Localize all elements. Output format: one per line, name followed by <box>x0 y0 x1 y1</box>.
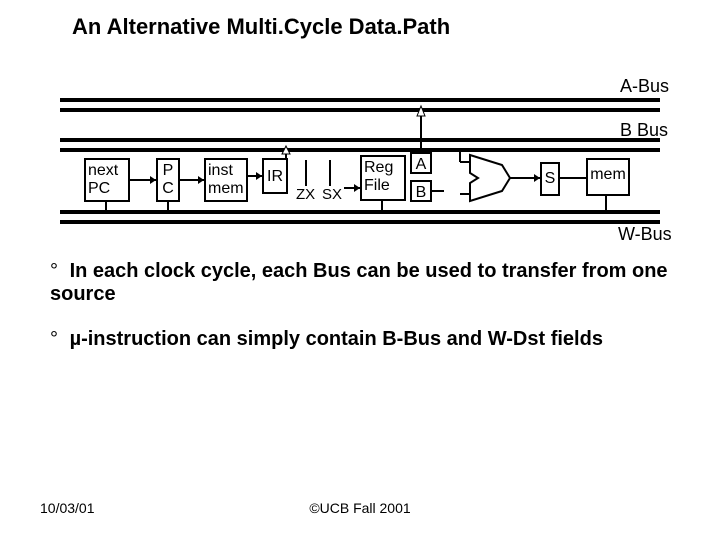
bullet-1-text: In each clock cycle, each Bus can be use… <box>50 260 668 305</box>
bullet-1: ° In each clock cycle, each Bus can be u… <box>50 260 690 306</box>
block-s-label: S <box>545 170 556 187</box>
bullet-marker-2: ° <box>50 328 64 351</box>
bullet-list: ° In each clock cycle, each Bus can be u… <box>50 260 690 373</box>
block-mem: mem <box>586 158 630 196</box>
bullet-2: ° µ-instruction can simply contain B-Bus… <box>50 328 690 351</box>
bullet-marker-1: ° <box>50 260 64 283</box>
block-mem-label: mem <box>590 166 626 183</box>
footer-copyright: ©UCB Fall 2001 <box>0 500 720 516</box>
bullet-2-text: µ-instruction can simply contain B-Bus a… <box>70 328 603 350</box>
block-s: S <box>540 162 560 196</box>
